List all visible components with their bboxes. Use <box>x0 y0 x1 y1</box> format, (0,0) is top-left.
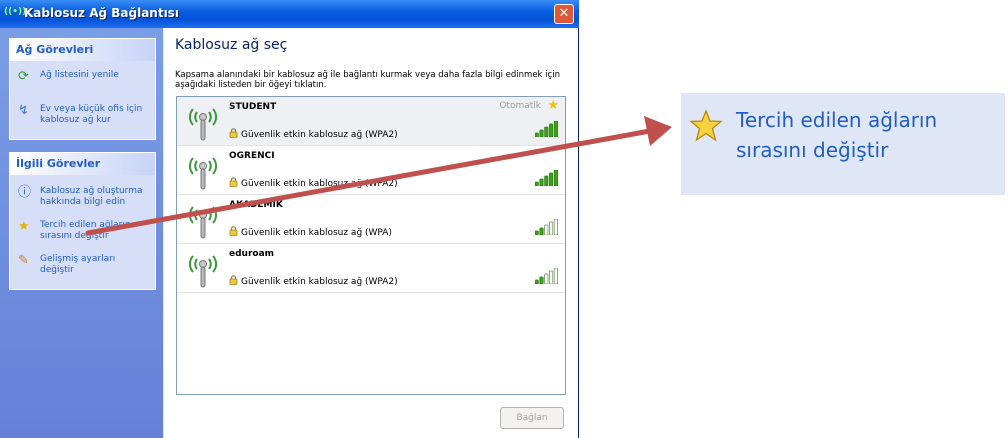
wireless-antenna-icon <box>189 108 217 141</box>
close-button[interactable]: ✕ <box>554 4 574 24</box>
signal-bar <box>539 178 544 186</box>
signal-bar <box>535 279 539 284</box>
setup-wireless-link[interactable]: ↯ Ev veya küçük ofis için kablosuz ağ ku… <box>10 99 155 131</box>
task-pane: Ağ Görevleri ⟳ Ağ listesini yenile ↯ Ev … <box>0 28 163 438</box>
wireless-antenna-icon <box>189 206 217 239</box>
lock-icon <box>229 275 238 285</box>
network-tasks-heading[interactable]: Ağ Görevleri <box>10 39 155 61</box>
security-label: Güvenlik etkin kablosuz ağ (WPA2) <box>241 130 398 140</box>
lock-icon <box>229 177 238 187</box>
network-security: Güvenlik etkin kablosuz ağ (WPA2) <box>229 275 398 287</box>
signal-strength-icon <box>535 268 558 284</box>
wireless-setup-icon: ↯ <box>18 103 29 118</box>
task-label: Tercih edilen ağların sırasını değiştir <box>40 220 131 241</box>
network-tasks-panel: Ağ Görevleri ⟳ Ağ listesini yenile ↯ Ev … <box>9 38 156 140</box>
network-security: Güvenlik etkin kablosuz ağ (WPA2) <box>229 128 398 140</box>
signal-bar <box>544 175 549 186</box>
star-icon <box>689 109 723 142</box>
lock-icon <box>229 128 238 138</box>
settings-icon: ✎ <box>18 253 29 268</box>
signal-bar <box>539 276 544 284</box>
change-preferred-order-link[interactable]: ★ Tercih edilen ağların sırasını değişti… <box>10 215 155 247</box>
network-name: eduroam <box>229 249 275 259</box>
task-label: Gelişmiş ayarları değiştir <box>40 254 116 275</box>
refresh-icon: ⟳ <box>18 69 29 84</box>
title-bar[interactable]: ((•)) Kablosuz Ağ Bağlantısı ✕ <box>0 0 579 28</box>
signal-bar <box>535 132 539 137</box>
callout-line-1: Tercih edilen ağların <box>736 108 938 132</box>
network-security: Güvenlik etkin kablosuz ağ (WPA) <box>229 226 392 238</box>
signal-bar <box>553 170 558 186</box>
signal-bar <box>539 227 544 235</box>
network-row[interactable]: OGRENCI Güvenlik etkin kablosuz ağ (WPA2) <box>177 146 565 195</box>
signal-bar <box>544 224 549 235</box>
signal-bar <box>553 121 558 137</box>
task-label: Ağ listesini yenile <box>40 70 119 80</box>
callout-text: Tercih edilen ağların sırasını değiştir <box>736 105 937 165</box>
security-label: Güvenlik etkin kablosuz ağ (WPA2) <box>241 179 398 189</box>
signal-bar <box>549 123 554 137</box>
network-name: STUDENT <box>229 102 277 112</box>
signal-bar <box>535 230 539 235</box>
related-tasks-panel: İlgili Görevler ⓘ Kablosuz ağ oluşturma … <box>9 152 156 290</box>
related-tasks-heading[interactable]: İlgili Görevler <box>10 153 155 175</box>
network-row[interactable]: AKADEMIK Güvenlik etkin kablosuz ağ (WPA) <box>177 195 565 244</box>
connection-mode-label: Otomatik <box>499 101 541 111</box>
network-row[interactable]: STUDENT Güvenlik etkin kablosuz ağ (WPA2)… <box>177 97 565 146</box>
network-row[interactable]: eduroam Güvenlik etkin kablosuz ağ (WPA2) <box>177 244 565 293</box>
signal-bar <box>544 126 549 137</box>
signal-bar <box>553 219 558 235</box>
wireless-icon: ((•)) <box>4 7 27 17</box>
refresh-network-list-link[interactable]: ⟳ Ağ listesini yenile <box>10 65 155 89</box>
advanced-settings-link[interactable]: ✎ Gelişmiş ayarları değiştir <box>10 249 155 281</box>
arrow-head <box>644 116 672 146</box>
main-content: Kablosuz ağ seç Kapsama alanındaki bir k… <box>164 28 578 438</box>
connect-button[interactable]: Bağlan <box>500 407 564 429</box>
security-label: Güvenlik etkin kablosuz ağ (WPA2) <box>241 277 398 287</box>
info-icon: ⓘ <box>18 185 32 200</box>
signal-strength-icon <box>535 121 558 137</box>
wireless-antenna-icon <box>189 255 217 288</box>
signal-bar <box>549 221 554 235</box>
network-name: AKADEMIK <box>229 200 283 210</box>
signal-bar <box>539 129 544 137</box>
signal-bar <box>549 172 554 186</box>
learn-wireless-link[interactable]: ⓘ Kablosuz ağ oluşturma hakkında bilgi e… <box>10 181 155 213</box>
page-title: Kablosuz ağ seç <box>175 37 288 53</box>
signal-bar <box>544 273 549 284</box>
network-security: Güvenlik etkin kablosuz ağ (WPA2) <box>229 177 398 189</box>
network-list[interactable]: STUDENT Güvenlik etkin kablosuz ağ (WPA2)… <box>176 96 566 395</box>
preferred-star-icon: ★ <box>547 98 559 113</box>
signal-strength-icon <box>535 170 558 186</box>
lock-icon <box>229 226 238 236</box>
wireless-antenna-icon <box>189 157 217 190</box>
signal-bar <box>549 270 554 284</box>
instruction-text: Kapsama alanındaki bir kablosuz ağ ile b… <box>175 70 560 90</box>
signal-strength-icon <box>535 219 558 235</box>
task-label: Ev veya küçük ofis için kablosuz ağ kur <box>40 104 143 125</box>
network-name: OGRENCI <box>229 151 275 161</box>
signal-bar <box>535 181 539 186</box>
window-title: Kablosuz Ağ Bağlantısı <box>24 6 179 20</box>
callout-line-2: sırasını değiştir <box>736 138 889 162</box>
security-label: Güvenlik etkin kablosuz ağ (WPA) <box>241 228 392 238</box>
task-label: Kablosuz ağ oluşturma hakkında bilgi edi… <box>40 186 143 207</box>
zoom-callout: Tercih edilen ağların sırasını değiştir <box>681 93 1005 195</box>
signal-bar <box>553 268 558 284</box>
wireless-connection-window: ((•)) Kablosuz Ağ Bağlantısı ✕ Ağ Görevl… <box>0 0 579 438</box>
star-icon: ★ <box>18 219 30 234</box>
